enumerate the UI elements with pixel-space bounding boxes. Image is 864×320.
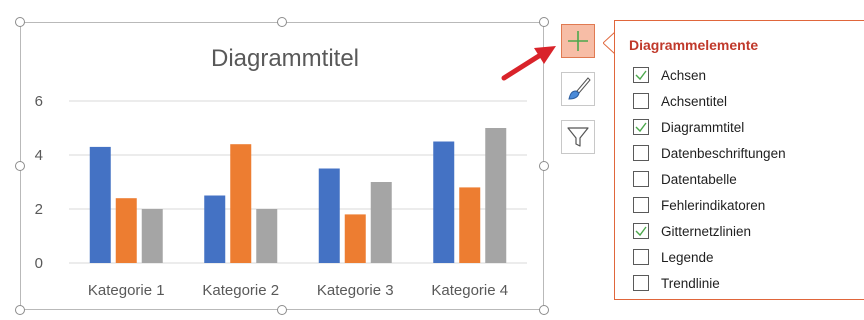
resize-handle-bottom-right[interactable]: [539, 305, 549, 315]
bar[interactable]: [370, 182, 392, 263]
option-legende[interactable]: Legende: [633, 247, 714, 267]
checkmark-icon: [635, 70, 647, 81]
option-fehlerindikatoren[interactable]: Fehlerindikatoren: [633, 195, 765, 215]
bar[interactable]: [141, 209, 163, 263]
checkbox[interactable]: [633, 67, 649, 83]
chart-styles-button[interactable]: [561, 72, 595, 106]
x-tick-label: Kategorie 2: [202, 282, 279, 299]
checkbox[interactable]: [633, 197, 649, 213]
chart-title[interactable]: Diagrammtitel: [211, 45, 359, 72]
resize-handle-bottom-center[interactable]: [277, 305, 287, 315]
bar[interactable]: [230, 144, 252, 263]
resize-handle-top-left[interactable]: [15, 17, 25, 27]
plus-icon: [568, 31, 588, 51]
panel-title: Diagrammelemente: [629, 37, 759, 53]
option-trendlinie[interactable]: Trendlinie: [633, 273, 720, 293]
option-label: Gitternetzlinien: [661, 223, 752, 239]
checkbox[interactable]: [633, 93, 649, 109]
checkbox[interactable]: [633, 119, 649, 135]
chart-elements-panel: Diagrammelemente Achsen Achsentitel Diag…: [614, 20, 864, 300]
option-label: Achsen: [661, 67, 707, 83]
option-gitternetzlinien[interactable]: Gitternetzlinien: [633, 221, 751, 241]
bar[interactable]: [485, 128, 507, 263]
resize-handle-top-center[interactable]: [277, 17, 287, 27]
checkbox[interactable]: [633, 145, 649, 161]
resize-handle-top-right[interactable]: [539, 17, 549, 27]
checkbox[interactable]: [633, 249, 649, 265]
red-pointer-arrow-icon: [501, 46, 556, 81]
chart-elements-button[interactable]: [561, 24, 595, 58]
resize-handle-middle-left[interactable]: [15, 161, 25, 171]
x-tick-label: Kategorie 1: [88, 282, 165, 299]
option-achsentitel[interactable]: Achsentitel: [633, 91, 727, 111]
option-label: Diagrammtitel: [661, 119, 745, 135]
option-label: Trendlinie: [661, 275, 720, 291]
checkbox[interactable]: [633, 171, 649, 187]
option-datenbeschriftungen[interactable]: Datenbeschriftungen: [633, 143, 786, 163]
paintbrush-icon: [568, 77, 591, 100]
bar[interactable]: [204, 195, 226, 264]
checkmark-icon: [635, 122, 647, 133]
option-datentabelle[interactable]: Datentabelle: [633, 169, 737, 189]
bar[interactable]: [89, 146, 111, 263]
bar[interactable]: [459, 187, 481, 263]
x-tick-label: Kategorie 4: [431, 282, 508, 299]
excel-chart-area: Diagrammtitel 0 2 4 6 Kategorie 1 Kategorie …: [0, 0, 864, 320]
option-achsen[interactable]: Achsen: [633, 65, 706, 85]
y-tick-label: 0: [35, 255, 43, 272]
option-diagrammtitel[interactable]: Diagrammtitel: [633, 117, 744, 137]
option-label: Legende: [661, 249, 714, 265]
bar[interactable]: [115, 198, 137, 263]
checkmark-icon: [635, 226, 647, 237]
checkbox[interactable]: [633, 223, 649, 239]
resize-handle-bottom-left[interactable]: [15, 305, 25, 315]
bar[interactable]: [256, 209, 278, 263]
funnel-icon: [567, 127, 589, 147]
option-label: Achsentitel: [661, 93, 728, 109]
bar[interactable]: [344, 214, 366, 263]
y-tick-label: 6: [35, 93, 43, 110]
x-tick-label: Kategorie 3: [317, 282, 394, 299]
resize-handle-middle-right[interactable]: [539, 161, 549, 171]
option-label: Datentabelle: [661, 171, 737, 187]
bar[interactable]: [318, 168, 340, 264]
bar[interactable]: [433, 141, 455, 264]
option-label: Datenbeschriftungen: [661, 145, 786, 161]
chart-plot[interactable]: Diagrammtitel 0 2 4 6 Kategorie 1 Kategorie …: [21, 23, 545, 311]
y-tick-label: 2: [35, 201, 43, 218]
checkbox[interactable]: [633, 275, 649, 291]
chart-filter-button[interactable]: [561, 120, 595, 154]
chart-frame[interactable]: Diagrammtitel 0 2 4 6 Kategorie 1 Kategorie …: [20, 22, 544, 310]
option-label: Fehlerindikatoren: [661, 197, 766, 213]
y-tick-label: 4: [35, 147, 43, 164]
